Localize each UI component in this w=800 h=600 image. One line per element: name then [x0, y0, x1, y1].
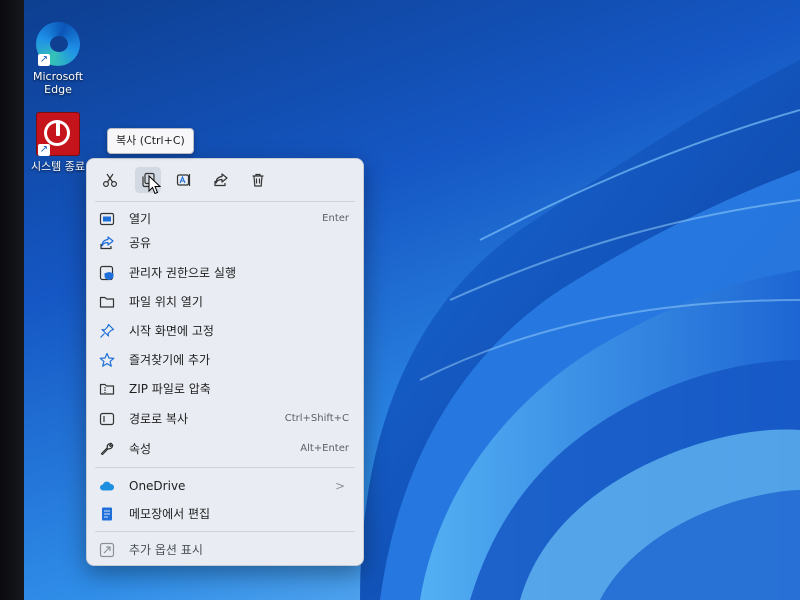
- rename-button[interactable]: [171, 167, 197, 193]
- rename-icon: [176, 174, 191, 186]
- menu-item-label: 추가 옵션 표시: [129, 543, 203, 557]
- menu-item-label: 즐겨찾기에 추가: [129, 353, 211, 367]
- shield-icon: [99, 265, 115, 281]
- menu-item-compress-zip[interactable]: ZIP 파일로 압축: [91, 376, 359, 402]
- menu-item-label: ZIP 파일로 압축: [129, 382, 211, 396]
- zip-folder-icon: [99, 381, 115, 397]
- pin-icon: [99, 323, 115, 339]
- delete-button[interactable]: [245, 167, 271, 193]
- delete-icon: [252, 173, 264, 187]
- cut-button[interactable]: [97, 167, 123, 193]
- context-menu-toolbar: [87, 159, 363, 199]
- more-options-icon: [99, 542, 115, 558]
- chevron-right-icon: >: [334, 479, 345, 493]
- menu-item-label: 공유: [129, 236, 152, 250]
- menu-item-run-as-admin[interactable]: 관리자 권한으로 실행: [91, 260, 359, 286]
- menu-item-label: 속성: [129, 442, 152, 456]
- share-button[interactable]: [208, 167, 234, 193]
- context-menu: 열기 Enter 공유 관리자 권한으로 실행 파일 위치 열기 시작 화면에 …: [86, 158, 364, 566]
- menu-item-pin-to-start[interactable]: 시작 화면에 고정: [91, 318, 359, 344]
- shortcut-arrow-icon: ↗: [38, 144, 50, 156]
- copy-path-icon: [99, 411, 115, 427]
- desktop: ↗ Microsoft Edge ↗ 시스템 종료 열기 Enter 공유 관리…: [0, 0, 800, 600]
- edge-icon: ↗: [36, 22, 80, 66]
- menu-item-edit-in-notepad[interactable]: 메모장에서 편집: [91, 501, 359, 527]
- desktop-icon-label: Edge: [44, 83, 72, 96]
- menu-item-add-to-favorites[interactable]: 즐겨찾기에 추가: [91, 347, 359, 373]
- cut-icon: [102, 173, 118, 188]
- menu-item-label: 열기: [129, 212, 152, 226]
- desktop-icon-label: 시스템 종료: [30, 160, 86, 173]
- menu-item-shortcut: Alt+Enter: [300, 443, 349, 454]
- menu-item-label: 메모장에서 편집: [129, 507, 211, 521]
- menu-item-label: 파일 위치 열기: [129, 295, 203, 309]
- menu-divider: [95, 531, 355, 532]
- share-icon: [99, 235, 115, 251]
- copy-tooltip: 복사 (Ctrl+C): [107, 128, 194, 154]
- desktop-icon-shutdown[interactable]: ↗ 시스템 종료: [20, 112, 96, 173]
- menu-item-properties[interactable]: 속성 Alt+Enter: [91, 436, 359, 462]
- menu-item-label: OneDrive: [129, 479, 186, 493]
- cloud-icon: [99, 478, 115, 494]
- menu-divider: [95, 467, 355, 468]
- wrench-icon: [99, 441, 115, 457]
- menu-item-label: 시작 화면에 고정: [129, 324, 214, 338]
- desktop-icon-edge[interactable]: ↗ Microsoft Edge: [20, 22, 96, 96]
- menu-item-show-more-options[interactable]: 추가 옵션 표시: [91, 537, 359, 563]
- desktop-icon-label: Microsoft: [32, 70, 84, 83]
- menu-item-open[interactable]: 열기 Enter: [91, 206, 359, 232]
- menu-item-open-file-location[interactable]: 파일 위치 열기: [91, 289, 359, 315]
- share-icon: [214, 173, 228, 187]
- menu-item-label: 관리자 권한으로 실행: [129, 266, 236, 280]
- menu-item-shortcut: Enter: [322, 213, 349, 224]
- star-icon: [99, 352, 115, 368]
- notepad-icon: [99, 506, 115, 522]
- menu-item-onedrive[interactable]: OneDrive >: [91, 473, 359, 499]
- open-icon: [99, 211, 115, 227]
- menu-item-label: 경로로 복사: [129, 412, 189, 426]
- power-icon: ↗: [36, 112, 80, 156]
- menu-item-copy-as-path[interactable]: 경로로 복사 Ctrl+Shift+C: [91, 406, 359, 432]
- menu-item-share[interactable]: 공유: [91, 230, 359, 256]
- mouse-cursor-icon: [148, 175, 162, 195]
- shortcut-arrow-icon: ↗: [38, 54, 50, 66]
- folder-icon: [99, 294, 115, 310]
- menu-item-shortcut: Ctrl+Shift+C: [284, 413, 349, 424]
- menu-divider: [95, 201, 355, 202]
